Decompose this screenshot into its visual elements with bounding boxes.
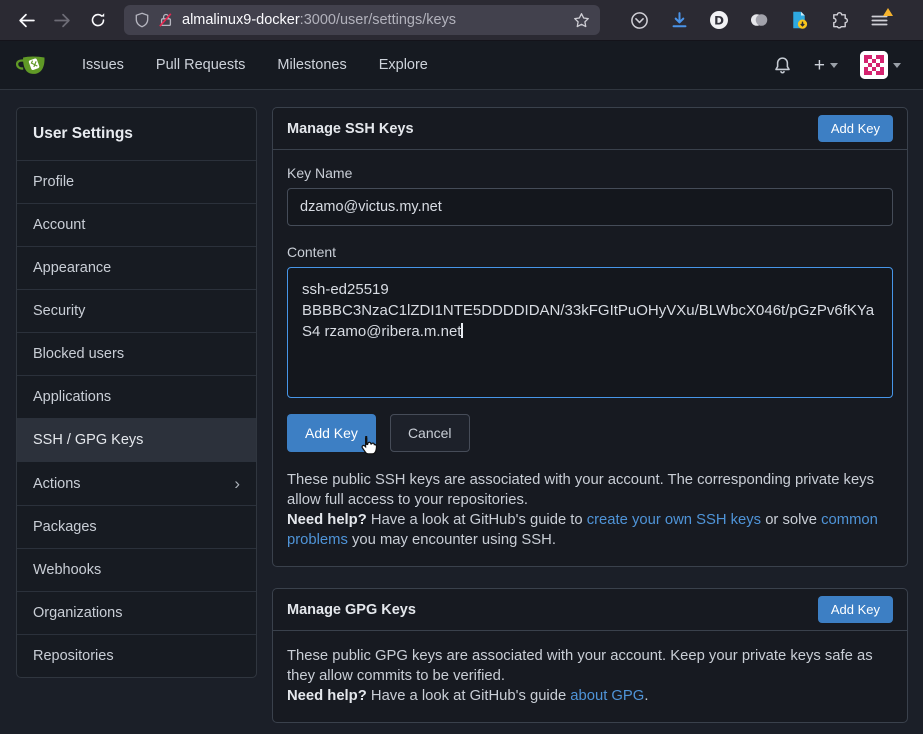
identicon-avatar-image xyxy=(860,51,888,79)
nav-link-pull-requests[interactable]: Pull Requests xyxy=(140,47,261,83)
nav-link-issues[interactable]: Issues xyxy=(66,47,140,83)
containers-extension-icon[interactable] xyxy=(746,7,772,33)
browser-back-button[interactable] xyxy=(10,5,42,35)
about-gpg-link[interactable]: about GPG xyxy=(570,688,644,704)
url-text[interactable]: almalinux9-docker:3000/user/settings/key… xyxy=(182,12,565,28)
document-download-extension-icon[interactable] xyxy=(786,7,812,33)
gpg-help-line2: Need help? Have a look at GitHub's guide… xyxy=(287,686,893,706)
nav-link-explore[interactable]: Explore xyxy=(363,47,444,83)
add-key-submit-button[interactable]: Add Key xyxy=(287,414,376,452)
url-bar[interactable]: almalinux9-docker:3000/user/settings/key… xyxy=(124,5,600,35)
gpg-add-key-toggle-button[interactable]: Add Key xyxy=(818,596,893,623)
gpg-panel-title: Manage GPG Keys xyxy=(287,602,416,618)
pocket-icon[interactable] xyxy=(626,7,652,33)
shield-permissions-icon[interactable] xyxy=(134,12,150,28)
reload-icon xyxy=(90,12,106,28)
bell-icon xyxy=(773,56,792,75)
ssh-help-text: These public SSH keys are associated wit… xyxy=(287,470,893,550)
chevron-right-icon: › xyxy=(234,475,240,492)
gpg-panel-header: Manage GPG Keys Add Key xyxy=(273,589,907,631)
menu-hamburger-icon[interactable] xyxy=(866,7,892,33)
cancel-button[interactable]: Cancel xyxy=(390,414,470,452)
browser-forward-button[interactable] xyxy=(46,5,78,35)
browser-toolbar: almalinux9-docker:3000/user/settings/key… xyxy=(0,0,923,41)
chevron-down-icon xyxy=(893,63,901,68)
sidebar-item-security[interactable]: Security xyxy=(17,289,256,332)
key-name-field: Key Name xyxy=(287,165,893,226)
user-menu-button[interactable] xyxy=(854,45,907,85)
settings-page: User Settings Profile Account Appearance… xyxy=(0,90,923,723)
gitea-logo-icon[interactable] xyxy=(16,50,48,80)
url-path: :3000/user/settings/keys xyxy=(300,12,456,28)
ssh-help-line2: Need help? Have a look at GitHub's guide… xyxy=(287,510,893,550)
ssh-panel-body: Key Name Content ssh-ed25519 BBBBC3NzaC1… xyxy=(273,150,907,566)
ssh-panel-title: Manage SSH Keys xyxy=(287,121,414,137)
navbar-right: + xyxy=(767,45,907,85)
content-label: Content xyxy=(287,244,893,260)
d-extension-icon[interactable]: D xyxy=(706,7,732,33)
ssh-help-line1: These public SSH keys are associated wit… xyxy=(287,470,893,510)
sidebar-item-ssh-gpg-keys[interactable]: SSH / GPG Keys xyxy=(17,418,256,461)
sidebar-title: User Settings xyxy=(17,108,256,160)
update-available-badge xyxy=(883,8,893,16)
text-cursor xyxy=(461,323,463,338)
chevron-down-icon xyxy=(830,63,838,68)
create-new-menu-button[interactable]: + xyxy=(808,50,844,81)
bookmark-star-icon[interactable] xyxy=(573,12,590,29)
sidebar-item-account[interactable]: Account xyxy=(17,203,256,246)
ssh-panel-header: Manage SSH Keys Add Key xyxy=(273,108,907,150)
sidebar-item-repositories[interactable]: Repositories xyxy=(17,634,256,677)
manage-ssh-keys-panel: Manage SSH Keys Add Key Key Name Content… xyxy=(272,107,908,567)
sidebar-item-profile[interactable]: Profile xyxy=(17,160,256,203)
key-name-label: Key Name xyxy=(287,165,893,181)
sidebar-item-organizations[interactable]: Organizations xyxy=(17,591,256,634)
form-buttons: Add Key Cancel xyxy=(287,414,893,452)
sidebar-item-applications[interactable]: Applications xyxy=(17,375,256,418)
avatar xyxy=(860,51,888,79)
forward-arrow-icon xyxy=(54,12,71,29)
insecure-lock-icon[interactable] xyxy=(158,12,174,28)
settings-sidebar: User Settings Profile Account Appearance… xyxy=(16,107,257,678)
downloads-icon[interactable] xyxy=(666,7,692,33)
key-name-input[interactable] xyxy=(287,188,893,226)
manage-gpg-keys-panel: Manage GPG Keys Add Key These public GPG… xyxy=(272,588,908,723)
content-textarea[interactable]: ssh-ed25519 BBBBC3NzaC1lZDI1NTE5DDDDIDAN… xyxy=(287,267,893,398)
content-value: ssh-ed25519 BBBBC3NzaC1lZDI1NTE5DDDDIDAN… xyxy=(302,281,874,340)
need-help-label: Need help? xyxy=(287,512,367,528)
sidebar-item-appearance[interactable]: Appearance xyxy=(17,246,256,289)
sidebar-item-actions[interactable]: Actions› xyxy=(17,461,256,505)
extension-icons: D xyxy=(626,7,892,33)
browser-reload-button[interactable] xyxy=(82,5,114,35)
sidebar-item-blocked-users[interactable]: Blocked users xyxy=(17,332,256,375)
sidebar-item-webhooks[interactable]: Webhooks xyxy=(17,548,256,591)
gitea-navbar: Issues Pull Requests Milestones Explore … xyxy=(0,41,923,90)
notifications-bell-button[interactable] xyxy=(767,50,798,81)
nav-link-milestones[interactable]: Milestones xyxy=(261,47,362,83)
gpg-panel-body: These public GPG keys are associated wit… xyxy=(273,631,907,722)
settings-main: Manage SSH Keys Add Key Key Name Content… xyxy=(272,107,908,723)
url-host: almalinux9-docker xyxy=(182,12,300,28)
extensions-puzzle-icon[interactable] xyxy=(826,7,852,33)
plus-icon: + xyxy=(814,56,825,75)
back-arrow-icon xyxy=(18,12,35,29)
svg-text:D: D xyxy=(714,13,724,27)
ssh-add-key-toggle-button[interactable]: Add Key xyxy=(818,115,893,142)
need-help-label: Need help? xyxy=(287,688,367,704)
sidebar-item-packages[interactable]: Packages xyxy=(17,505,256,548)
gpg-help-line1: These public GPG keys are associated wit… xyxy=(287,646,893,686)
content-field: Content ssh-ed25519 BBBBC3NzaC1lZDI1NTE5… xyxy=(287,244,893,398)
create-ssh-keys-link[interactable]: create your own SSH keys xyxy=(587,512,761,528)
